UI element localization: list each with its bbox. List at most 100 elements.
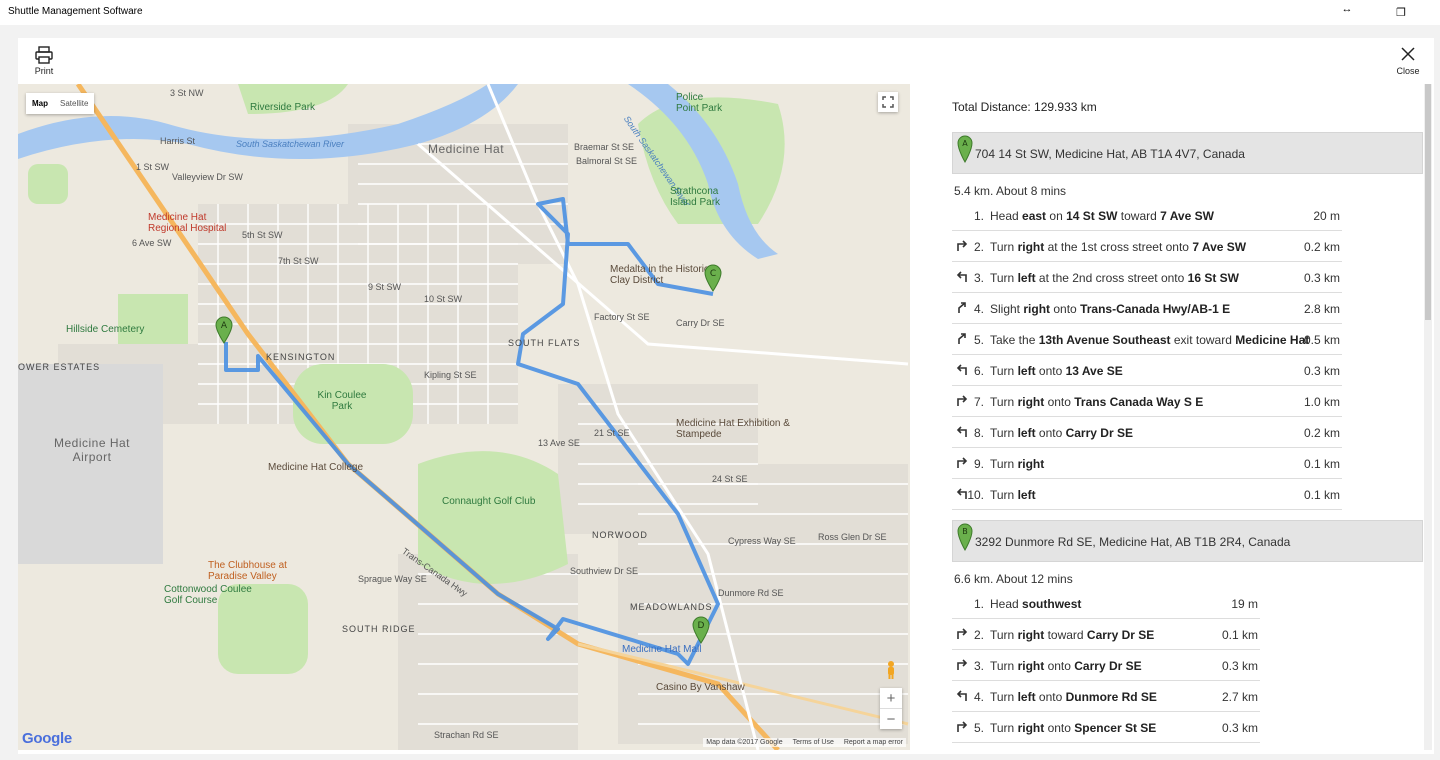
map-label-street: 5th St SW xyxy=(242,230,283,240)
direction-step[interactable]: 10. Turn left 0.1 km xyxy=(952,479,1342,510)
map-label-street: 24 St SE xyxy=(712,474,748,484)
map-label-poi: The Clubhouse at Paradise Valley xyxy=(208,560,287,582)
step-text-part: toward xyxy=(1044,628,1087,642)
report-error-link[interactable]: Report a map error xyxy=(844,739,903,746)
scrollbar-thumb[interactable] xyxy=(1425,84,1431,320)
step-number: 1. xyxy=(973,597,984,611)
step-text-part: exit toward xyxy=(1170,333,1236,347)
close-button[interactable]: Close xyxy=(1386,46,1430,76)
leg-header: B 3292 Dunmore Rd SE, Medicine Hat, AB T1… xyxy=(952,520,1423,562)
direction-step[interactable]: 5. Turn right onto Spencer St SE 0.3 km xyxy=(952,712,1260,743)
map-label-street: 13 Ave SE xyxy=(538,438,580,448)
attribution-data: Map data ©2017 Google xyxy=(706,739,783,746)
restore-icon[interactable]: ❐ xyxy=(1378,0,1424,25)
direction-step[interactable]: 8. Turn left onto Carry Dr SE 0.2 km xyxy=(952,417,1342,448)
step-text-part: onto xyxy=(1035,364,1066,378)
step-text-bold: Trans Canada Way S E xyxy=(1074,395,1204,409)
step-text-part: Turn xyxy=(990,457,1018,471)
step-text: Turn left xyxy=(990,488,1036,502)
marker-c[interactable]: C xyxy=(704,264,722,292)
direction-step[interactable]: 4. Turn left onto Dunmore Rd SE 2.7 km xyxy=(952,681,1260,712)
step-text-bold: southwest xyxy=(1022,597,1082,611)
direction-step[interactable]: 4. Slight right onto Trans-Canada Hwy/AB-… xyxy=(952,293,1342,324)
marker-d[interactable]: D xyxy=(692,616,710,644)
direction-step[interactable]: 3. Turn left at the 2nd cross street onto… xyxy=(952,262,1342,293)
map-canvas xyxy=(18,84,909,750)
terms-link[interactable]: Terms of Use xyxy=(793,739,834,746)
map-label-street: 7th St SW xyxy=(278,256,319,266)
zoom-in-button[interactable]: + xyxy=(880,688,902,708)
direction-step[interactable]: 9. Turn right 0.1 km xyxy=(952,448,1342,479)
zoom-out-button[interactable]: − xyxy=(880,709,902,729)
map-label-park: Kin Coulee Park xyxy=(317,390,367,412)
step-text-bold: 16 St SW xyxy=(1187,271,1240,285)
map-label-park: Strathcona Island Park xyxy=(670,186,721,208)
step-text: Turn left onto 13 Ave SE xyxy=(990,364,1123,378)
map-type-satellite[interactable]: Satellite xyxy=(54,93,94,114)
step-text-bold: 7 Ave SW xyxy=(1160,209,1214,223)
step-text-bold: right xyxy=(1017,395,1045,409)
step-number: 5. xyxy=(973,721,984,735)
step-number: 4. xyxy=(973,302,984,316)
step-text-part: Take the xyxy=(990,333,1039,347)
fullscreen-button[interactable] xyxy=(878,92,898,112)
map-label-cemetery: Hillside Cemetery xyxy=(66,324,145,335)
step-text-bold: Trans-Canada Hwy/AB-1 E xyxy=(1080,302,1231,316)
directions-scrollbar[interactable] xyxy=(1424,84,1432,750)
map-label-street: Southview Dr SE xyxy=(570,566,639,576)
direction-step[interactable]: 1. Head southwest 19 m xyxy=(952,588,1260,619)
step-text-part: onto xyxy=(1044,721,1075,735)
direction-step[interactable]: 7. Turn right onto Trans Canada Way S E 1.… xyxy=(952,386,1342,417)
map-label-river: South Saskatchewan River xyxy=(236,139,345,149)
map-label-street: 9 St SW xyxy=(368,282,402,292)
step-distance: 0.2 km xyxy=(1303,426,1340,440)
leg-marker-label: A xyxy=(962,139,968,148)
street-view-pegman-icon[interactable] xyxy=(884,660,898,680)
direction-step[interactable]: 1. Head east on 14 St SW toward 7 Ave SW 2… xyxy=(952,200,1342,231)
marker-b-icon: B xyxy=(957,523,973,551)
step-text-part: Turn xyxy=(990,426,1018,440)
map-type-map[interactable]: Map xyxy=(26,93,54,114)
step-distance: 0.5 km xyxy=(1303,333,1340,347)
direction-step[interactable]: 2. Turn right toward Carry Dr SE 0.1 km xyxy=(952,619,1260,650)
step-text-part: onto xyxy=(1035,426,1066,440)
step-number: 1. xyxy=(973,209,984,223)
direction-step[interactable]: 3. Turn right onto Carry Dr SE 0.3 km xyxy=(952,650,1260,681)
map-label-street: Valleyview Dr SW xyxy=(172,172,243,182)
step-text-part: Turn xyxy=(990,364,1018,378)
leg-header: A 704 14 St SW, Medicine Hat, AB T1A 4V7,… xyxy=(952,132,1423,174)
step-text-bold: right xyxy=(1017,628,1045,642)
print-button[interactable]: Print xyxy=(22,46,66,76)
leg-summary: 6.6 km. About 12 mins xyxy=(954,572,1073,586)
direction-step[interactable]: 5. Take the 13th Avenue Southeast exit to… xyxy=(952,324,1342,355)
step-distance: 19 m xyxy=(1231,597,1258,611)
step-number: 10. xyxy=(967,488,984,502)
marker-a[interactable]: A xyxy=(215,316,233,344)
direction-step[interactable]: 6. Turn left onto 13 Ave SE 0.3 km xyxy=(952,355,1342,386)
map-label-neighbourhood: KENSINGTON xyxy=(266,352,336,362)
map-label-street: Balmoral St SE xyxy=(576,156,638,166)
map-label-street: 21 St SE xyxy=(594,428,630,438)
route-panel: Print Close Map Satellite Medicine Hat R… xyxy=(18,38,1434,754)
step-text-part: onto xyxy=(1044,395,1075,409)
print-label: Print xyxy=(34,66,54,76)
map-type-control: Map Satellite xyxy=(26,93,95,114)
map-label-poi: Medicine Hat Exhibition & Stampede xyxy=(676,418,790,440)
step-distance: 0.3 km xyxy=(1303,271,1340,285)
step-text-bold: 13th Avenue Southeast xyxy=(1038,333,1171,347)
step-text: Turn left onto Carry Dr SE xyxy=(990,426,1133,440)
step-number: 2. xyxy=(973,628,984,642)
step-text-bold: left xyxy=(1017,488,1036,502)
map-label-neighbourhood: SOUTH RIDGE xyxy=(342,624,416,634)
direction-step[interactable]: 2. Turn right at the 1st cross street ont… xyxy=(952,231,1342,262)
step-text-part: at the 2nd cross street onto xyxy=(1035,271,1188,285)
marker-c-label: C xyxy=(710,269,716,279)
printer-icon xyxy=(22,46,66,66)
step-text-bold: Spencer St SE xyxy=(1074,721,1157,735)
route-map[interactable]: Map Satellite Medicine Hat Riverside Par… xyxy=(18,84,910,750)
google-logo[interactable]: Google xyxy=(22,730,72,747)
resize-icon[interactable]: ↔ xyxy=(1324,0,1370,21)
map-label-mall: Medicine Hat Mall xyxy=(622,644,702,655)
step-distance: 0.3 km xyxy=(1221,659,1258,673)
step-text-part: Head xyxy=(990,209,1023,223)
